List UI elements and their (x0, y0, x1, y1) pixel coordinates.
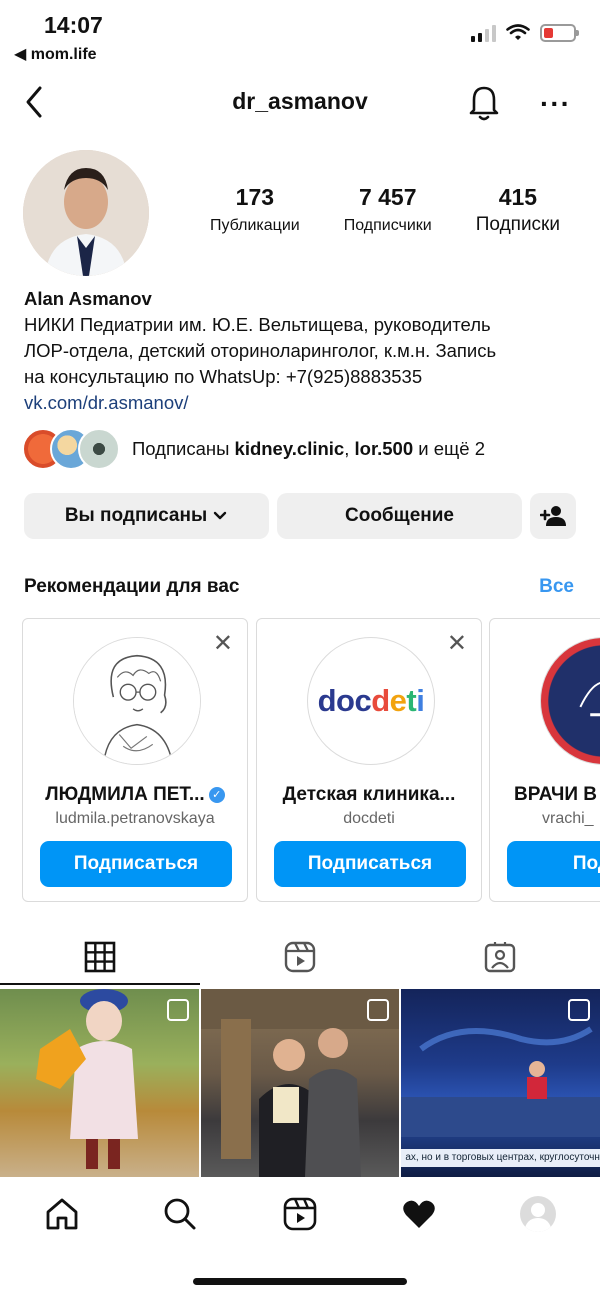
recommendation-name: ЛЮДМИЛА ПЕТ... ✓ (23, 784, 247, 806)
following-label: Подписки (475, 214, 560, 235)
recommendations-header: Рекомендации для вас Все (24, 576, 574, 598)
mutual-user-1[interactable]: kidney.clinic (235, 438, 345, 459)
bio-line-1: НИКИ Педиатрии им. Ю.Е. Вельтищева, руко… (24, 314, 491, 335)
followers-label: Подписчики (343, 217, 432, 234)
status-bar: 14:07 ◀ mom.life (0, 0, 600, 70)
home-icon[interactable] (44, 1196, 80, 1232)
status-time: 14:07 (44, 12, 103, 38)
post-thumbnail[interactable] (0, 989, 199, 1177)
profile-content-tabs (0, 928, 600, 986)
following-button[interactable]: Вы подписаны (24, 493, 269, 539)
profile-actions: Вы подписаны Сообщение (24, 493, 576, 539)
profile-tab-avatar[interactable] (520, 1196, 556, 1232)
recommendation-card[interactable]: ✕ docdeti Детская клиника... docdeti Под… (256, 618, 482, 902)
user-placeholder-icon (524, 1203, 552, 1232)
profile-website-link[interactable]: vk.com/dr.asmanov/ (24, 390, 584, 416)
recommendation-avatar[interactable]: docdeti (307, 637, 435, 765)
wifi-icon (506, 24, 530, 40)
follow-button[interactable]: Подпи (507, 841, 600, 887)
recommendation-handle: ludmila.petranovskaya (55, 810, 215, 827)
bottom-navigation (0, 1178, 600, 1250)
profile-bio: Alan Asmanov НИКИ Педиатрии им. Ю.Е. Вел… (24, 286, 584, 416)
chevron-down-icon (213, 511, 227, 520)
reels-icon[interactable] (282, 1196, 318, 1232)
search-icon[interactable] (162, 1196, 198, 1232)
followers-count: 7 457 (358, 184, 417, 210)
following-stat[interactable]: 415 Подписки (476, 184, 560, 236)
recommendation-avatar[interactable] (540, 637, 600, 765)
grid-tab-icon[interactable] (83, 940, 117, 974)
followers-stat[interactable]: 7 457 Подписчики (344, 184, 432, 236)
following-count: 415 (498, 184, 538, 210)
follow-button[interactable]: Подписаться (40, 841, 232, 887)
add-user-icon (540, 506, 566, 526)
more-options-icon[interactable]: ··· (540, 88, 571, 120)
reels-tab-icon[interactable] (283, 940, 317, 974)
multiple-photos-icon (166, 999, 189, 1021)
profile-full-name: Alan Asmanov (24, 288, 152, 309)
verified-badge-icon: ✓ (208, 786, 225, 803)
post-thumbnail[interactable]: ах, но и в торговых центрах, круглосуточ… (401, 989, 600, 1177)
posts-count: 173 (235, 184, 275, 210)
notification-bell-icon[interactable] (466, 82, 502, 122)
multiple-photos-icon (367, 999, 390, 1021)
post-thumbnail[interactable] (200, 989, 400, 1177)
recommendation-handle: vrachi_ (542, 810, 594, 827)
message-button[interactable]: Сообщение (277, 493, 522, 539)
badge-logo-image (579, 682, 600, 717)
mutual-avatar-3 (78, 428, 120, 470)
recommendation-name: ВРАЧИ В (514, 784, 598, 805)
recommendation-handle: docdeti (343, 810, 395, 827)
posts-grid: ах, но и в торговых центрах, круглосуточ… (0, 989, 600, 1177)
following-button-label: Вы подписаны (64, 505, 208, 526)
posts-label: Публикации (210, 217, 300, 234)
back-to-app-link[interactable]: ◀ mom.life (14, 44, 97, 64)
cellular-signal-icon (471, 24, 496, 42)
recommendation-card[interactable]: ВРАЧИ В vrachi_ Подпи (489, 618, 600, 902)
activity-heart-icon[interactable] (401, 1196, 437, 1232)
profile-username: dr_asmanov (232, 88, 368, 114)
bio-line-3: на консультацию по WhatsUp: +7(925)88835… (24, 366, 423, 387)
multiple-photos-icon (568, 999, 591, 1021)
tagged-tab-icon[interactable] (483, 940, 517, 974)
battery-icon (540, 24, 579, 42)
docdeti-logo: docdeti (317, 683, 425, 718)
close-icon[interactable]: ✕ (447, 629, 467, 658)
message-button-label: Сообщение (345, 505, 454, 526)
recommendations-title: Рекомендации для вас (24, 576, 240, 597)
recommendation-avatar[interactable] (73, 637, 201, 765)
profile-header: dr_asmanov ··· (0, 72, 600, 132)
mutual-user-2[interactable]: lor.500 (355, 438, 414, 459)
mutual-followers[interactable]: Подписаны kidney.clinic, lor.500 и ещё 2 (22, 428, 485, 470)
close-icon[interactable]: ✕ (213, 629, 233, 658)
doctor-portrait-image (23, 150, 149, 276)
profile-avatar[interactable] (23, 150, 149, 276)
recommendation-card[interactable]: ✕ ЛЮДМИЛА ПЕТ... ✓ ludmila.petranovskaya … (22, 618, 248, 902)
suggested-users-button[interactable] (530, 493, 576, 539)
recommendations-carousel[interactable]: ✕ ЛЮДМИЛА ПЕТ... ✓ ludmila.petranovskaya … (22, 618, 600, 904)
recommendation-name: Детская клиника... (282, 784, 456, 805)
profile-stats: 173 Публикации 7 457 Подписчики 415 Подп… (210, 184, 560, 236)
follow-button[interactable]: Подписаться (274, 841, 466, 887)
bio-line-2: ЛОР-отдела, детский оториноларинголог, к… (24, 340, 497, 361)
posts-stat[interactable]: 173 Публикации (210, 184, 300, 236)
sketch-portrait-image (74, 638, 200, 764)
see-all-link[interactable]: Все (539, 576, 574, 598)
active-tab-indicator (0, 983, 200, 985)
news-ticker: ах, но и в торговых центрах, круглосуточ… (401, 1149, 600, 1167)
mutual-followers-text: Подписаны kidney.clinic, lor.500 и ещё 2 (132, 438, 485, 459)
home-indicator[interactable] (193, 1278, 407, 1285)
